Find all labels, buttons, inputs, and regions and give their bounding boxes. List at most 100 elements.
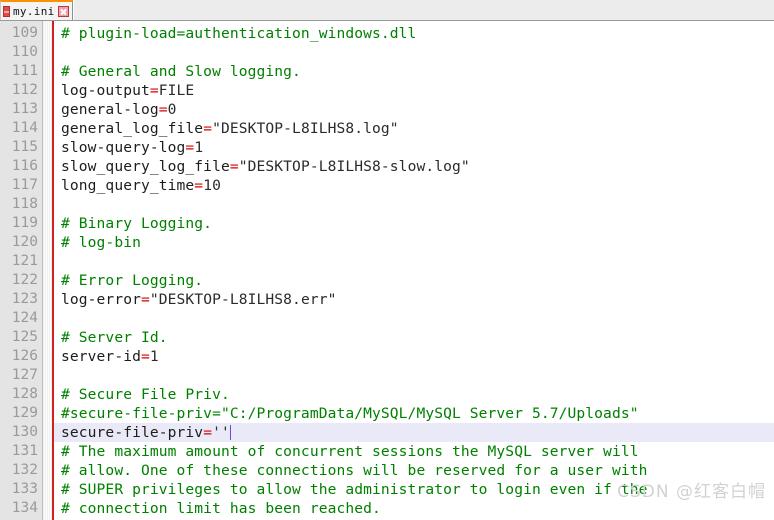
token-val: 1 (149, 348, 159, 365)
token-comment: # plugin-load=authentication_windows.dll (61, 25, 417, 42)
token-comment: #secure-file-priv="C:/ProgramData/MySQL/… (61, 405, 639, 422)
line-number: 134 (11, 500, 38, 516)
editor-area[interactable]: 109 110 111 112 113 114 115 116 117 118 119 120 121 1… (0, 21, 774, 520)
line-number: 133 (11, 481, 38, 497)
token-comment: # The maximum amount of concurrent sessi… (61, 443, 639, 460)
line-number: 125 (11, 329, 38, 345)
token-val: FILE (158, 82, 195, 99)
code-line[interactable] (54, 195, 774, 214)
code-line[interactable]: server-id=1 (54, 347, 774, 366)
token-key: general_log_file (61, 120, 204, 137)
code-line-current[interactable]: secure-file-priv='' (54, 423, 774, 442)
line-number: 120 (11, 234, 38, 250)
code-line[interactable]: # allow. One of these connections will b… (54, 461, 774, 480)
token-comment: # log-bin (61, 234, 141, 251)
code-line[interactable] (54, 366, 774, 385)
line-number: 118 (11, 196, 38, 212)
code-line[interactable]: slow-query-log=1 (54, 138, 774, 157)
line-number: 132 (11, 462, 38, 478)
line-number: 128 (11, 386, 38, 402)
token-eq: = (140, 291, 150, 308)
token-comment: # connection limit has been reached. (61, 500, 381, 517)
code-line[interactable]: long_query_time=10 (54, 176, 774, 195)
token-key: general-log (61, 101, 159, 118)
token-eq: = (158, 101, 168, 118)
token-val: "DESKTOP-L8ILHS8.log" (212, 120, 399, 137)
code-line[interactable]: # plugin-load=authentication_windows.dll (54, 24, 774, 43)
line-number: 114 (11, 120, 38, 136)
token-eq: = (185, 139, 195, 156)
line-number: 119 (11, 215, 38, 231)
line-number: 122 (11, 272, 38, 288)
tab-my-ini[interactable]: my.ini (0, 0, 73, 20)
token-val: 0 (167, 101, 177, 118)
token-key: log-error (61, 291, 141, 308)
token-key: log-output (61, 82, 150, 99)
token-val: 1 (194, 139, 204, 156)
code-line[interactable]: # General and Slow logging. (54, 62, 774, 81)
code-line[interactable]: general_log_file="DESKTOP-L8ILHS8.log" (54, 119, 774, 138)
token-eq: = (229, 158, 239, 175)
token-key: slow-query-log (61, 139, 186, 156)
token-eq: = (149, 82, 159, 99)
code-line[interactable]: # connection limit has been reached. (54, 499, 774, 518)
code-line[interactable]: slow_query_log_file="DESKTOP-L8ILHS8-slo… (54, 157, 774, 176)
token-comment: # General and Slow logging. (61, 63, 301, 80)
line-number: 124 (11, 310, 38, 326)
code-line[interactable]: # Secure File Priv. (54, 385, 774, 404)
token-eq: = (140, 348, 150, 365)
code-line[interactable] (54, 43, 774, 62)
text-caret (229, 425, 232, 440)
line-number: 127 (11, 367, 38, 383)
token-val: '' (212, 424, 230, 441)
bookmark-margin[interactable] (43, 21, 54, 520)
code-line[interactable]: # Server Id. (54, 328, 774, 347)
token-comment: # Binary Logging. (61, 215, 213, 232)
token-val: "DESKTOP-L8ILHS8.err" (149, 291, 337, 308)
line-number: 111 (11, 63, 38, 79)
token-comment: # SUPER privileges to allow the administ… (61, 481, 648, 498)
code-line[interactable]: # Error Logging. (54, 271, 774, 290)
code-line[interactable]: #secure-file-priv="C:/ProgramData/MySQL/… (54, 404, 774, 423)
line-number: 115 (11, 139, 38, 155)
line-number-gutter: 109 110 111 112 113 114 115 116 117 118 119 120 121 1… (0, 21, 43, 520)
code-line[interactable]: # SUPER privileges to allow the administ… (54, 480, 774, 499)
code-line[interactable] (54, 252, 774, 271)
document-icon (3, 5, 10, 17)
token-eq: = (203, 424, 213, 441)
code-text-area[interactable]: # plugin-load=authentication_windows.dll… (54, 21, 774, 520)
token-key: server-id (61, 348, 141, 365)
token-comment: # Secure File Priv. (61, 386, 230, 403)
token-eq: = (194, 177, 204, 194)
line-number: 121 (11, 253, 38, 269)
code-line[interactable]: general-log=0 (54, 100, 774, 119)
code-line[interactable]: # Binary Logging. (54, 214, 774, 233)
token-val: 10 (203, 177, 221, 194)
line-number: 131 (11, 443, 38, 459)
tab-bar-empty-area (72, 0, 774, 20)
code-line[interactable]: log-output=FILE (54, 81, 774, 100)
line-number: 109 (11, 25, 38, 41)
line-number: 123 (11, 291, 38, 307)
line-number: 130 (11, 424, 38, 440)
tab-bar: my.ini (0, 0, 774, 21)
line-number: 110 (11, 44, 38, 60)
token-key: long_query_time (61, 177, 195, 194)
token-eq: = (203, 120, 213, 137)
code-line[interactable]: # The maximum amount of concurrent sessi… (54, 442, 774, 461)
token-val: "DESKTOP-L8ILHS8-slow.log" (238, 158, 470, 175)
token-comment: # Server Id. (61, 329, 168, 346)
token-key: secure-file-priv (61, 424, 204, 441)
code-line[interactable]: # log-bin (54, 233, 774, 252)
code-line[interactable]: log-error="DESKTOP-L8ILHS8.err" (54, 290, 774, 309)
line-number: 117 (11, 177, 38, 193)
line-number: 126 (11, 348, 38, 364)
line-number: 116 (11, 158, 38, 174)
line-number: 129 (11, 405, 38, 421)
tab-label: my.ini (13, 4, 55, 18)
code-line[interactable] (54, 309, 774, 328)
close-icon[interactable] (57, 5, 69, 17)
line-number: 113 (11, 101, 38, 117)
token-key: slow_query_log_file (61, 158, 230, 175)
token-comment: # allow. One of these connections will b… (61, 462, 648, 479)
